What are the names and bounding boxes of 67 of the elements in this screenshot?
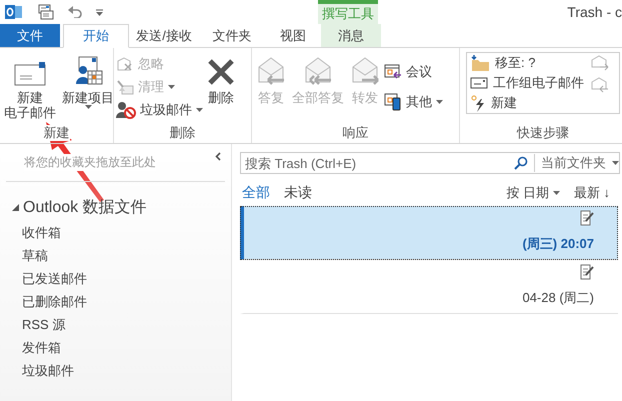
ribbon-group-label: 响应 bbox=[342, 125, 368, 141]
sort-by-dropdown[interactable]: 按 日期 bbox=[506, 184, 560, 202]
folder-icon bbox=[470, 55, 490, 72]
undo-icon bbox=[68, 6, 82, 18]
search-field[interactable]: 搜索 Trash (Ctrl+E) 当前文件夹 bbox=[240, 152, 620, 174]
envelope-icon bbox=[14, 62, 46, 86]
quick-step-item[interactable]: 工作组电子邮件 bbox=[470, 74, 588, 92]
reply-all-icon bbox=[303, 56, 333, 86]
filter-tab[interactable]: 未读 bbox=[284, 184, 312, 202]
search-scope-dropdown[interactable]: 当前文件夹 bbox=[534, 154, 619, 172]
ribbon-button[interactable]: 垃圾邮件 bbox=[116, 100, 203, 120]
filter-tab[interactable]: 全部 bbox=[242, 184, 270, 202]
caret-icon bbox=[612, 161, 619, 165]
window-title: Trash - c bbox=[567, 4, 622, 20]
message-time: (周三) 20:07 bbox=[522, 235, 594, 253]
lightning-icon bbox=[470, 94, 486, 112]
ribbon-tab[interactable]: 消息 bbox=[321, 24, 381, 47]
folder-item[interactable]: 已发送邮件 bbox=[0, 267, 231, 290]
mail-app-icon bbox=[5, 4, 22, 20]
ribbon-tab[interactable]: 开始 bbox=[63, 24, 129, 48]
message-row[interactable]: 04-28 (周二) bbox=[240, 260, 618, 314]
reply-mail-icon bbox=[591, 77, 609, 93]
ribbon-button[interactable]: 新建项目 bbox=[60, 54, 116, 125]
folder-item[interactable]: 已删除邮件 bbox=[0, 290, 231, 313]
ribbon-tab[interactable]: 文件夹 bbox=[199, 24, 265, 47]
quick-step-item[interactable]: 移至: ? bbox=[470, 54, 588, 73]
ribbon-button[interactable]: 会议 bbox=[384, 62, 443, 82]
quick-step-item[interactable]: 新建 bbox=[470, 93, 588, 112]
delete-icon bbox=[207, 58, 235, 86]
draft-icon bbox=[580, 264, 594, 280]
search-icon bbox=[514, 156, 528, 170]
ribbon-tab[interactable]: 文件 bbox=[0, 24, 60, 47]
ribbon-group-label: 快速步骤 bbox=[517, 125, 569, 141]
customize-toolbar-icon bbox=[96, 8, 103, 16]
cleanup-icon bbox=[116, 79, 134, 95]
ribbon-tab[interactable]: 视图 bbox=[265, 24, 321, 47]
folder-item[interactable]: 发件箱 bbox=[0, 336, 231, 359]
message-time: 04-28 (周二) bbox=[522, 289, 594, 307]
folder-item[interactable]: RSS 源 bbox=[0, 313, 231, 336]
folder-tree-root[interactable]: Outlook 数据文件 bbox=[23, 196, 147, 218]
folder-item[interactable]: 草稿 bbox=[0, 244, 231, 267]
draft-icon bbox=[580, 210, 594, 226]
caret-icon bbox=[552, 191, 560, 195]
favorites-drop-hint: 将您的收藏夹拖放至此处 bbox=[24, 154, 156, 171]
ribbon-button[interactable]: 删除 bbox=[205, 54, 237, 125]
message-row[interactable]: (周三) 20:07 bbox=[240, 206, 618, 260]
calendar-phone-icon bbox=[384, 93, 402, 111]
calendar-icon bbox=[384, 64, 402, 80]
expand-triangle-icon[interactable] bbox=[12, 204, 19, 210]
ribbon-group-label: 删除 bbox=[170, 125, 196, 141]
send-receive-icon bbox=[36, 4, 54, 20]
folder-item[interactable]: 垃圾邮件 bbox=[0, 359, 231, 382]
folder-item[interactable]: 收件箱 bbox=[0, 221, 231, 244]
reply-icon bbox=[256, 56, 286, 86]
ignore-icon bbox=[116, 57, 134, 71]
contextual-tab-group-label: 撰写工具 bbox=[318, 0, 378, 24]
sort-order-button[interactable]: 最新 ↓ bbox=[574, 184, 610, 202]
envelope-icon bbox=[470, 77, 488, 89]
ribbon-button[interactable]: 新建 电子邮件 bbox=[2, 54, 58, 125]
person-block-icon bbox=[116, 101, 136, 119]
ribbon-group-label: 新建 bbox=[44, 125, 70, 141]
collapse-chevron-icon[interactable] bbox=[215, 152, 221, 161]
forward-mail-icon bbox=[591, 55, 609, 71]
ribbon-tab[interactable]: 发送/接收 bbox=[129, 24, 199, 47]
person-calendar-icon bbox=[73, 56, 103, 86]
forward-icon bbox=[350, 56, 380, 86]
ribbon-button[interactable]: 其他 bbox=[384, 92, 443, 112]
